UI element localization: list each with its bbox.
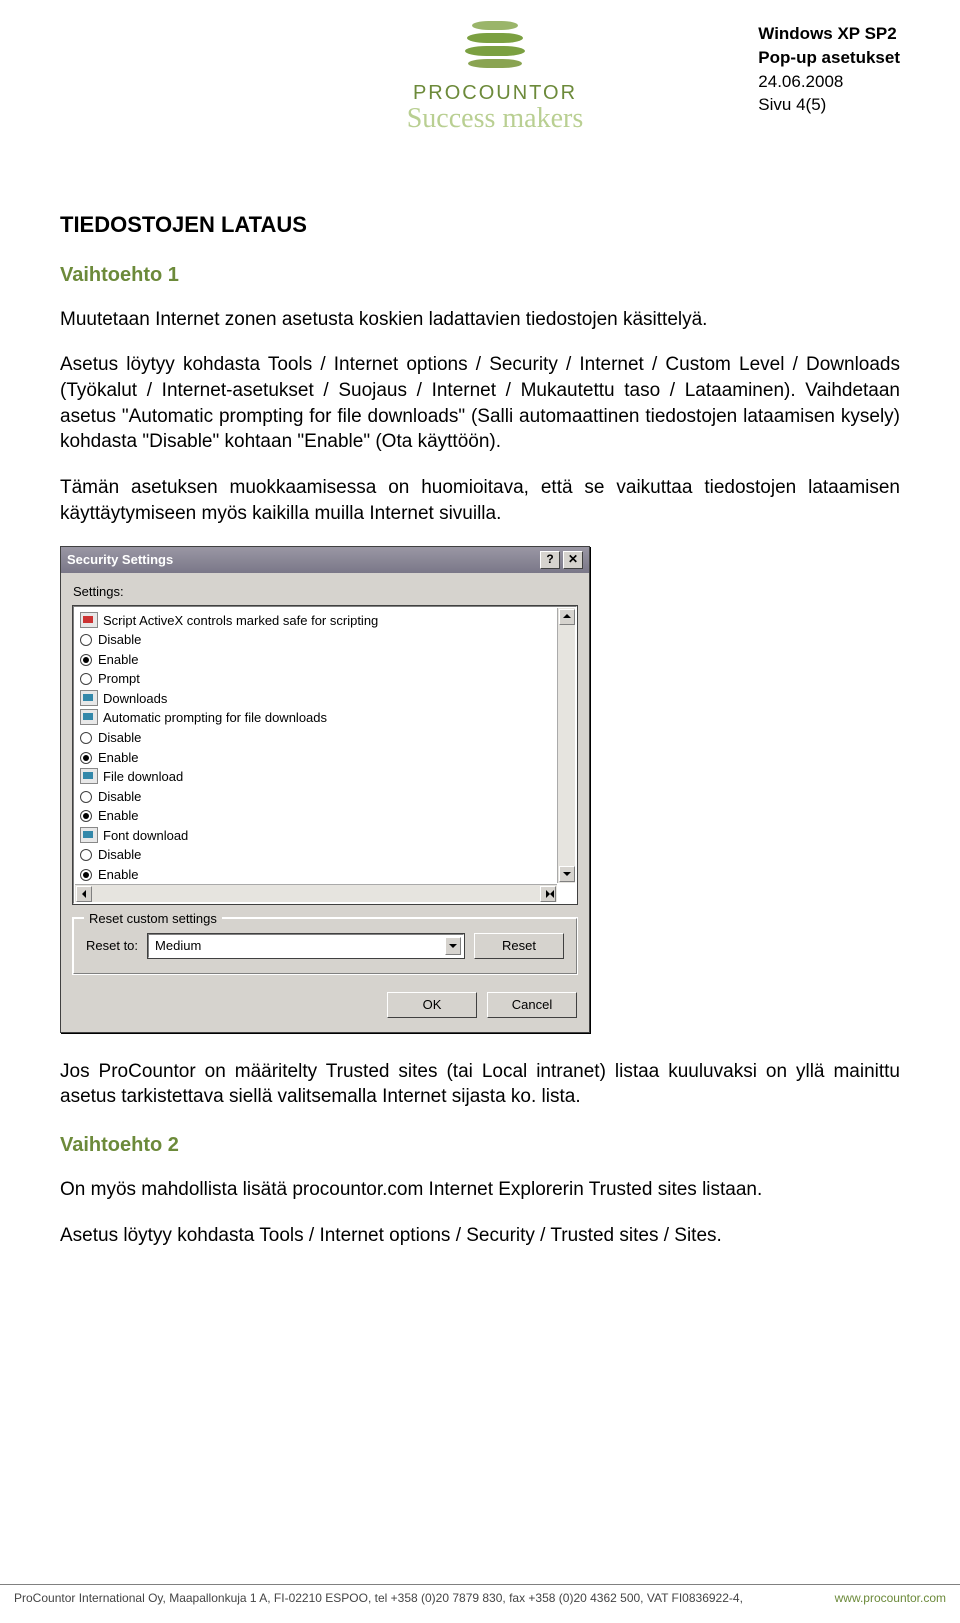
tree-radio-option[interactable]: Prompt [80, 669, 554, 689]
tree-radio-option[interactable]: Disable [80, 787, 554, 807]
tree-item-label: Enable [98, 750, 138, 765]
doc-meta: Windows XP SP2 Pop-up asetukset 24.06.20… [758, 22, 900, 117]
radio-icon[interactable] [80, 634, 92, 646]
paragraph: Asetus löytyy kohdasta Tools / Internet … [60, 1223, 900, 1249]
cancel-button[interactable]: Cancel [487, 992, 577, 1018]
tree-radio-option[interactable]: Disable [80, 728, 554, 748]
tree-category: Script ActiveX controls marked safe for … [80, 611, 554, 631]
tree-item-label: Disable [98, 632, 141, 647]
radio-icon[interactable] [80, 869, 92, 881]
section-heading: TIEDOSTOJEN LATAUS [60, 210, 900, 240]
radio-icon[interactable] [80, 791, 92, 803]
dialog-title: Security Settings [67, 551, 173, 569]
option1-heading: Vaihtoehto 1 [60, 262, 900, 289]
tree-category: Automatic prompting for file downloads [80, 708, 554, 728]
reset-level-select[interactable]: Medium [148, 934, 464, 958]
scroll-down-icon[interactable] [559, 866, 575, 882]
reset-button[interactable]: Reset [474, 933, 564, 959]
tree-radio-option[interactable]: Enable [80, 748, 554, 768]
meta-title2: Pop-up asetukset [758, 46, 900, 70]
radio-icon[interactable] [80, 849, 92, 861]
meta-title1: Windows XP SP2 [758, 22, 900, 46]
brand-name: PROCOUNTOR [380, 82, 610, 105]
combo-value: Medium [155, 937, 201, 955]
chevron-down-icon[interactable] [445, 937, 461, 955]
tree-item-label: Automatic prompting for file downloads [103, 710, 327, 725]
radio-icon[interactable] [80, 810, 92, 822]
download-icon [80, 768, 98, 784]
tree-radio-option[interactable]: Enable [80, 806, 554, 826]
security-settings-dialog: Security Settings ? ✕ Settings: Script A… [60, 546, 590, 1033]
radio-icon[interactable] [80, 673, 92, 685]
tree-item-label: Prompt [98, 671, 140, 686]
scroll-up-icon[interactable] [559, 609, 575, 625]
tree-item-label: Enable [98, 867, 138, 881]
brand-slogan: Success makers [380, 103, 610, 135]
dialog-titlebar: Security Settings ? ✕ [61, 547, 589, 573]
radio-icon[interactable] [80, 654, 92, 666]
fieldset-legend: Reset custom settings [84, 910, 222, 928]
tree-radio-option[interactable]: Enable [80, 650, 554, 670]
tree-item-label: Enable [98, 652, 138, 667]
tree-radio-option[interactable]: Enable [80, 865, 554, 881]
activex-icon [80, 612, 98, 628]
paragraph: Tämän asetuksen muokkaamisessa on huomio… [60, 475, 900, 526]
brand-logo: PROCOUNTOR Success makers [380, 18, 610, 135]
settings-tree[interactable]: Script ActiveX controls marked safe for … [73, 606, 577, 904]
ok-button[interactable]: OK [387, 992, 477, 1018]
tree-category: Downloads [80, 689, 554, 709]
download-icon [80, 690, 98, 706]
download-icon [80, 709, 98, 725]
tree-item-label: Downloads [103, 691, 167, 706]
close-button[interactable]: ✕ [563, 551, 583, 569]
settings-label: Settings: [73, 583, 577, 601]
tree-category: File download [80, 767, 554, 787]
tree-radio-option[interactable]: Disable [80, 845, 554, 865]
tree-category: Font download [80, 826, 554, 846]
tree-item-label: Script ActiveX controls marked safe for … [103, 613, 378, 628]
download-icon [80, 827, 98, 843]
reset-fieldset: Reset custom settings Reset to: Medium R… [73, 918, 577, 974]
tree-item-label: Enable [98, 808, 138, 823]
tree-item-label: Disable [98, 789, 141, 804]
tree-item-label: Disable [98, 730, 141, 745]
footer-url: www.procountor.com [835, 1591, 946, 1605]
page-footer: ProCountor International Oy, Maapallonku… [0, 1584, 960, 1605]
meta-page: Sivu 4(5) [758, 93, 900, 117]
radio-icon[interactable] [80, 752, 92, 764]
scroll-right-icon[interactable] [540, 886, 556, 902]
footer-text: ProCountor International Oy, Maapallonku… [14, 1591, 743, 1605]
logo-icon [465, 18, 525, 71]
tree-item-label: File download [103, 769, 183, 784]
tree-item-label: Font download [103, 828, 188, 843]
horizontal-scrollbar[interactable] [75, 884, 557, 902]
radio-icon[interactable] [80, 732, 92, 744]
meta-date: 24.06.2008 [758, 70, 900, 94]
option2-heading: Vaihtoehto 2 [60, 1132, 900, 1159]
tree-item-label: Disable [98, 847, 141, 862]
paragraph: Muutetaan Internet zonen asetusta koskie… [60, 307, 900, 333]
help-button[interactable]: ? [540, 551, 560, 569]
paragraph: Jos ProCountor on määritelty Trusted sit… [60, 1059, 900, 1110]
reset-to-label: Reset to: [86, 937, 138, 955]
paragraph: On myös mahdollista lisätä procountor.co… [60, 1177, 900, 1203]
tree-radio-option[interactable]: Disable [80, 630, 554, 650]
scroll-left-icon[interactable] [76, 886, 92, 902]
paragraph: Asetus löytyy kohdasta Tools / Internet … [60, 352, 900, 455]
vertical-scrollbar[interactable] [557, 608, 575, 883]
